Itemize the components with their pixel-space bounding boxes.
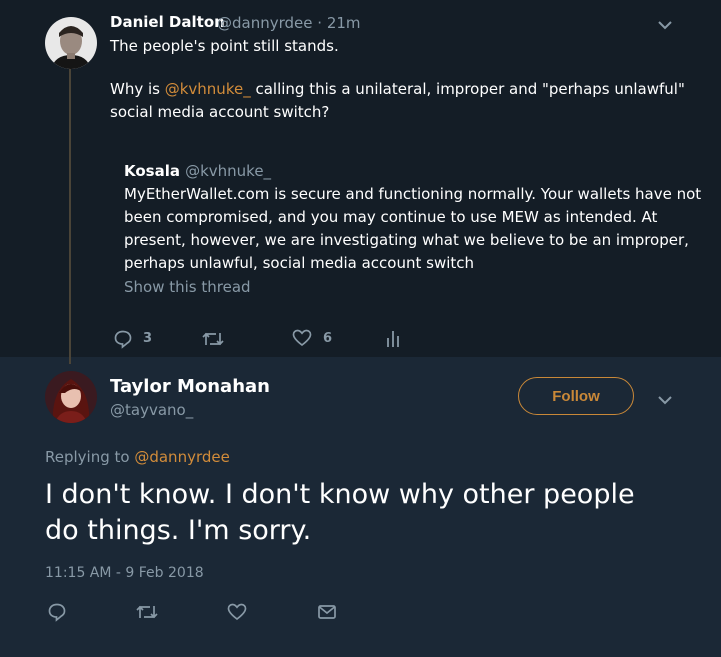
avatar[interactable] bbox=[45, 371, 97, 423]
tweet-text-line: social media account switch? bbox=[110, 103, 330, 121]
tweet-text-line: I don't know. I don't know why other peo… bbox=[45, 479, 635, 510]
like-icon[interactable] bbox=[227, 603, 247, 621]
thread-connector-line bbox=[69, 64, 71, 364]
author-handle[interactable]: @tayvano_ bbox=[110, 401, 193, 419]
tweet-time[interactable]: 21m bbox=[327, 14, 361, 32]
quoted-author-name: Kosala bbox=[124, 162, 180, 180]
quoted-author[interactable]: Kosala @kvhnuke_ bbox=[124, 161, 271, 180]
tweet-text-fragment: calling this a unilateral, improper and … bbox=[250, 80, 685, 98]
show-thread-link[interactable]: Show this thread bbox=[124, 276, 251, 299]
quoted-text-line: MyEtherWallet.com is secure and function… bbox=[124, 185, 702, 203]
meta-separator: · bbox=[312, 14, 327, 32]
reply-count: 3 bbox=[143, 331, 153, 346]
quoted-text-line: perhaps unlawful, social media account s… bbox=[124, 254, 475, 272]
retweet-icon[interactable] bbox=[136, 603, 158, 621]
avatar[interactable] bbox=[45, 17, 97, 69]
tweet-text-line: do things. I'm sorry. bbox=[45, 515, 312, 546]
tweet-text-line: Why is @kvhnuke_ calling this a unilater… bbox=[110, 78, 685, 101]
chevron-down-icon[interactable] bbox=[657, 16, 673, 30]
mention-link[interactable]: @dannyrdee bbox=[134, 448, 230, 466]
author-name[interactable]: Daniel Dalton bbox=[110, 13, 225, 31]
retweet-icon[interactable] bbox=[202, 330, 224, 348]
reply-icon[interactable] bbox=[113, 329, 133, 349]
quoted-author-handle: @kvhnuke_ bbox=[185, 162, 272, 180]
analytics-icon[interactable] bbox=[385, 328, 401, 348]
replying-to: Replying to @dannyrdee bbox=[45, 448, 230, 466]
tweet-timestamp[interactable]: 11:15 AM - 9 Feb 2018 bbox=[45, 565, 204, 581]
quoted-text-line: been compromised, and you may continue t… bbox=[124, 208, 658, 226]
chevron-down-icon[interactable] bbox=[657, 391, 673, 405]
tweet-text-fragment: Why is bbox=[110, 80, 165, 98]
tweet-text-line: The people's point still stands. bbox=[110, 37, 339, 55]
quoted-text-line: present, however, we are investigating w… bbox=[124, 231, 689, 249]
author-name[interactable]: Taylor Monahan bbox=[110, 376, 270, 397]
dm-icon[interactable] bbox=[317, 603, 337, 621]
like-icon[interactable] bbox=[292, 329, 312, 347]
follow-button[interactable]: Follow bbox=[518, 377, 634, 415]
like-count: 6 bbox=[323, 331, 333, 346]
mention-link[interactable]: @kvhnuke_ bbox=[165, 80, 251, 98]
replying-to-label: Replying to bbox=[45, 448, 135, 466]
author-meta: @dannyrdee · 21m bbox=[217, 13, 361, 32]
reply-icon[interactable] bbox=[47, 602, 67, 622]
author-handle[interactable]: @dannyrdee bbox=[217, 14, 313, 32]
